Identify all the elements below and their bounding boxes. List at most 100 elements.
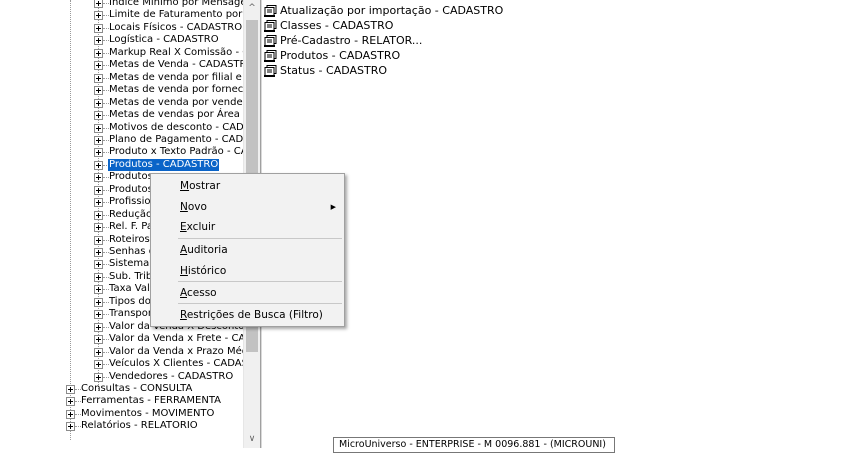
document-stack-icon xyxy=(264,5,277,17)
menu-item-label: A xyxy=(180,287,187,299)
tree-item-label: Markup Real X Comissão - CAD xyxy=(109,46,243,58)
plus-box-icon[interactable] xyxy=(94,135,103,145)
plus-box-icon[interactable] xyxy=(94,248,103,257)
menu-item-label: istórico xyxy=(187,265,227,277)
plus-box-icon[interactable] xyxy=(94,160,103,170)
menu-item-label: M xyxy=(180,180,190,192)
menu-item-historico[interactable]: Histórico xyxy=(153,261,342,281)
arrow-down-icon[interactable]: ∨ xyxy=(244,431,260,448)
tree-item-label: Vendedores - CADASTRO xyxy=(109,370,234,382)
menu-item-label: N xyxy=(180,201,188,213)
plus-box-icon[interactable] xyxy=(94,11,103,21)
arrow-right-icon: ▶ xyxy=(330,203,336,211)
tree-item-label: Senhas d xyxy=(109,246,156,257)
tree-item-label: Plano de Pagamento - CADAST xyxy=(109,133,243,145)
plus-box-icon[interactable] xyxy=(94,23,103,33)
tree-item-label: Metas de venda por filial e mar xyxy=(109,71,243,83)
plus-box-icon[interactable] xyxy=(94,86,103,96)
tree-item-label: Valor da Venda x Prazo Médio xyxy=(109,345,243,357)
plus-box-icon[interactable] xyxy=(94,360,103,370)
list-item-label: Status - CADASTRO xyxy=(280,64,388,77)
plus-box-icon[interactable] xyxy=(94,210,103,220)
list-item-label: Classes - CADASTRO xyxy=(280,19,394,32)
tree-item-label: Produtos - CADASTRO xyxy=(108,158,220,172)
plus-box-icon[interactable] xyxy=(94,0,103,8)
plus-box-icon[interactable] xyxy=(94,372,103,382)
tree-item-label: Locais Físicos - CADASTRO xyxy=(109,21,243,33)
tree-item-label: Rel. F. Pa xyxy=(109,221,153,233)
tree-item-label: Metas de Venda - CADASTRO xyxy=(109,59,243,71)
tree-connector-line xyxy=(70,0,71,440)
document-stack-icon xyxy=(264,50,277,62)
menu-item-mostrar[interactable]: Mostrar xyxy=(153,176,342,196)
plus-box-icon[interactable] xyxy=(94,36,103,46)
menu-separator xyxy=(178,281,342,282)
tree-item-label: Valor da Venda x Frete - CAD xyxy=(109,333,243,345)
menu-item-excluir[interactable]: Excluir xyxy=(153,217,342,237)
menu-item-label: E xyxy=(180,221,187,233)
menu-item-auditoria[interactable]: Auditoria xyxy=(153,240,342,260)
plus-box-icon[interactable] xyxy=(94,322,103,332)
plus-box-icon[interactable] xyxy=(94,73,103,83)
tree-item-label: Metas de venda por vendedor xyxy=(109,96,243,108)
menu-item-label: xcluir xyxy=(186,221,216,233)
menu-item-label: uditoria xyxy=(187,244,228,256)
plus-box-icon[interactable] xyxy=(94,123,103,133)
tree-item-label: Produto x Texto Padrão - CAD xyxy=(109,146,243,158)
list-item-label: Produtos - CADASTRO xyxy=(280,49,401,62)
plus-box-icon[interactable] xyxy=(66,384,75,394)
plus-box-icon[interactable] xyxy=(94,260,103,270)
tree-item-label: Relatórios - RELATORIO xyxy=(81,420,198,432)
tree-item-label: Produtos xyxy=(109,183,153,195)
document-stack-icon xyxy=(264,20,277,32)
list-pane: Atualização por importação - CADASTRO Cl… xyxy=(262,0,852,448)
menu-item-acesso[interactable]: Acesso xyxy=(153,283,342,303)
tree-connector-line xyxy=(98,0,99,391)
plus-box-icon[interactable] xyxy=(94,235,103,245)
tree-item-label: Limite de Faturamento por c xyxy=(109,9,243,21)
plus-box-icon[interactable] xyxy=(94,61,103,71)
menu-item-label: ovo xyxy=(187,201,207,213)
menu-separator xyxy=(178,303,342,304)
menu-separator xyxy=(178,238,342,239)
plus-box-icon[interactable] xyxy=(94,347,103,357)
menu-item-label: cesso xyxy=(187,287,217,299)
plus-box-icon[interactable] xyxy=(94,285,103,295)
plus-box-icon[interactable] xyxy=(66,422,75,432)
tree-item-label: Consultas - CONSULTA xyxy=(81,382,193,394)
plus-box-icon[interactable] xyxy=(94,148,103,158)
plus-box-icon[interactable] xyxy=(94,297,103,307)
plus-box-icon[interactable] xyxy=(94,111,103,121)
plus-box-icon[interactable] xyxy=(94,185,103,195)
plus-box-icon[interactable] xyxy=(94,310,103,320)
plus-box-icon[interactable] xyxy=(66,409,75,419)
menu-item-label: H xyxy=(180,265,188,277)
plus-box-icon[interactable] xyxy=(94,272,103,282)
plus-box-icon[interactable] xyxy=(94,335,103,345)
document-stack-icon xyxy=(264,65,277,77)
menu-item-novo[interactable]: Novo ▶ xyxy=(153,197,342,217)
plus-box-icon[interactable] xyxy=(66,397,75,407)
arrow-up-icon[interactable]: ^ xyxy=(244,0,260,17)
menu-item-restricoes-de-busca[interactable]: Restrições de Busca (Filtro) xyxy=(153,305,342,325)
tree-item-label: Logística - CADASTRO xyxy=(109,34,219,46)
tree-item-label: Índice Mínimo por Mensagem Tr xyxy=(109,0,243,8)
tree-item-label: Movimentos - MOVIMENTO xyxy=(81,407,215,419)
tree-item-label: Motivos de desconto - CADAST xyxy=(109,121,243,133)
tree-item-label: Produtos xyxy=(109,171,153,183)
plus-box-icon[interactable] xyxy=(94,173,103,183)
plus-box-icon[interactable] xyxy=(94,48,103,58)
tree-item-label: Veículos X Clientes - CADASTR xyxy=(109,358,243,370)
plus-box-icon[interactable] xyxy=(94,198,103,208)
list-item-label: Atualização por importação - CADASTRO xyxy=(280,4,504,17)
tree-item-label: Profissior xyxy=(109,196,155,208)
context-menu: Mostrar Novo ▶ Excluir Auditoria Históri… xyxy=(150,173,345,327)
menu-item-label: ostrar xyxy=(189,180,221,192)
menu-item-label: estrições de Busca (Filtro) xyxy=(186,309,323,321)
tree-item-label: Ferramentas - FERRAMENTA xyxy=(81,395,221,407)
tree-item-label: Redução xyxy=(109,208,153,220)
plus-box-icon[interactable] xyxy=(94,98,103,108)
plus-box-icon[interactable] xyxy=(94,223,103,233)
list-item-label: Pré-Cadastro - RELATOR... xyxy=(280,34,423,47)
tree-item-label: Metas de venda por fornecedo xyxy=(109,84,243,96)
